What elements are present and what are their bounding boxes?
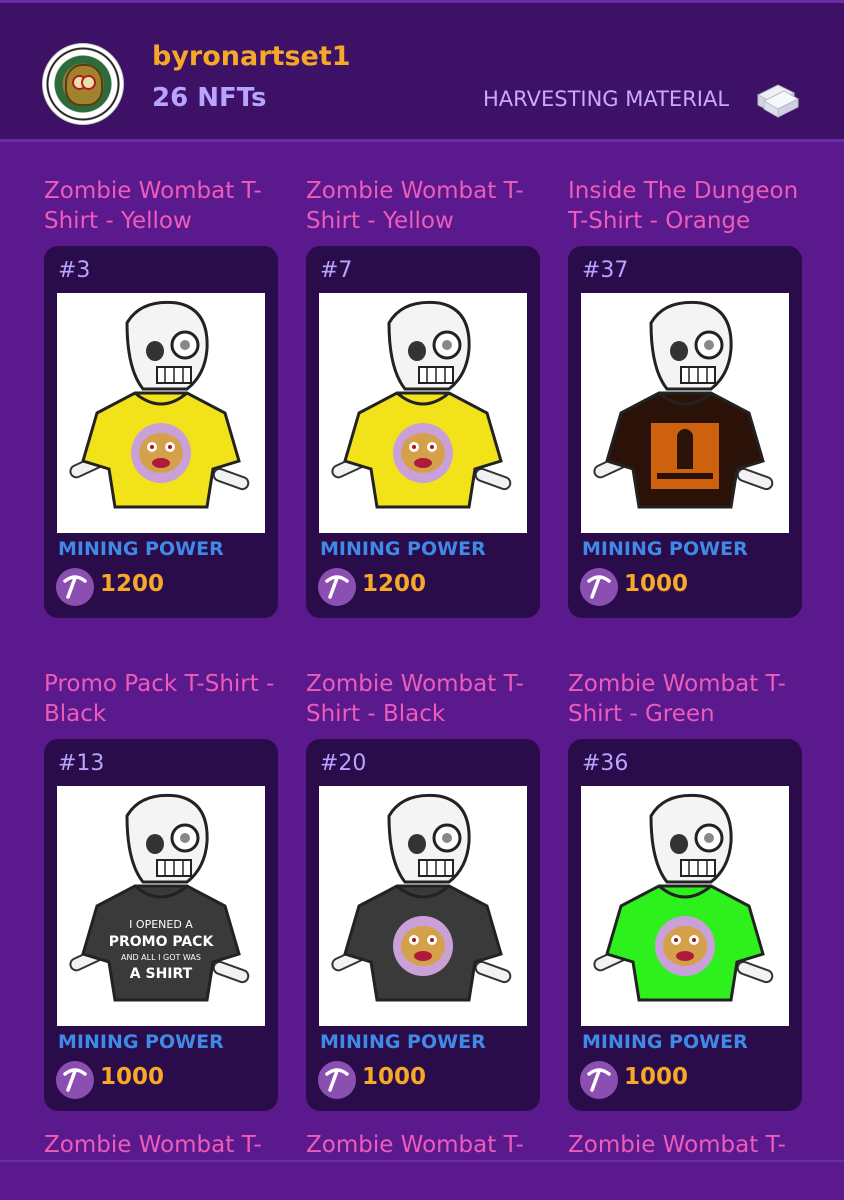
mining-power-value: 1000	[624, 1064, 689, 1090]
nft-card-body[interactable]: #37 MINING POWER 1000	[568, 246, 802, 618]
avatar[interactable]	[42, 43, 124, 125]
nft-title[interactable]: Inside The Dungeon T-Shirt - Orange	[568, 176, 806, 236]
nft-card-body[interactable]: #3 MINING POWER 1200	[44, 246, 278, 618]
nft-number: #36	[582, 751, 629, 776]
mining-power-value: 1000	[362, 1064, 427, 1090]
nft-title[interactable]: Promo Pack T-Shirt - Black	[44, 669, 282, 729]
nft-card[interactable]: Zombie Wombat T-Shirt - Yellow #7 MINING…	[306, 176, 544, 618]
zombie-shirt-illustration	[57, 293, 265, 533]
nft-title[interactable]: Zombie Wombat T-Shirt - Yellow	[306, 176, 544, 236]
nft-card[interactable]: Promo Pack T-Shirt - Black #13 I OPENED …	[44, 669, 282, 1111]
mining-power-value: 1000	[100, 1064, 165, 1090]
nft-title[interactable]: Zombie Wombat T-Shirt - Green	[568, 669, 806, 729]
nft-card-body[interactable]: #13 I OPENED A PROMO PACK AND ALL I GOT …	[44, 739, 278, 1111]
next-card-title-3[interactable]: Zombie Wombat T-	[568, 1130, 806, 1160]
nft-number: #7	[320, 258, 353, 283]
zombie-shirt-illustration	[581, 293, 789, 533]
zombie-shirt-illustration	[581, 786, 789, 1026]
silver-bars-icon	[756, 84, 800, 118]
pickaxe-icon	[56, 568, 94, 606]
nft-count: 26 NFTs	[152, 83, 267, 113]
svg-text:PROMO PACK: PROMO PACK	[109, 934, 215, 950]
mining-power-label: MINING POWER	[320, 1031, 486, 1053]
nft-title[interactable]: Zombie Wombat T-Shirt - Yellow	[44, 176, 282, 236]
nft-card-body[interactable]: #7 MINING POWER 1200	[306, 246, 540, 618]
nft-card[interactable]: Zombie Wombat T-Shirt - Green #36 MINING…	[568, 669, 806, 1111]
mining-power-value: 1200	[100, 571, 165, 597]
pickaxe-icon	[318, 1061, 356, 1099]
nft-image[interactable]	[319, 293, 527, 533]
harvesting-material-label: HARVESTING MATERIAL	[483, 87, 730, 111]
profile-header: byronartset1 26 NFTs HARVESTING MATERIAL	[0, 0, 844, 142]
mining-power-label: MINING POWER	[58, 538, 224, 560]
nft-card[interactable]: Zombie Wombat T-Shirt - Yellow #3 MINING…	[44, 176, 282, 618]
nft-number: #3	[58, 258, 91, 283]
nft-image[interactable]	[319, 786, 527, 1026]
nft-number: #13	[58, 751, 105, 776]
mining-power-value: 1200	[362, 571, 427, 597]
nft-image[interactable]: I OPENED A PROMO PACK AND ALL I GOT WAS …	[57, 786, 265, 1026]
pickaxe-icon	[580, 568, 618, 606]
mining-power-label: MINING POWER	[582, 1031, 748, 1053]
pickaxe-icon	[580, 1061, 618, 1099]
mining-power-label: MINING POWER	[58, 1031, 224, 1053]
zombie-shirt-illustration	[319, 786, 527, 1026]
next-card-title-2[interactable]: Zombie Wombat T-	[306, 1130, 544, 1160]
nft-image[interactable]	[57, 293, 265, 533]
nft-number: #20	[320, 751, 367, 776]
svg-text:AND ALL I GOT WAS: AND ALL I GOT WAS	[121, 953, 201, 962]
nft-card[interactable]: Zombie Wombat T-Shirt - Black #20 MINING…	[306, 669, 544, 1111]
pickaxe-icon	[318, 568, 356, 606]
nft-number: #37	[582, 258, 629, 283]
nft-title[interactable]: Zombie Wombat T-Shirt - Black	[306, 669, 544, 729]
zombie-shirt-illustration: I OPENED A PROMO PACK AND ALL I GOT WAS …	[57, 786, 265, 1026]
next-card-title-1[interactable]: Zombie Wombat T-	[44, 1130, 282, 1160]
nft-image[interactable]	[581, 293, 789, 533]
zombie-face-icon	[65, 64, 103, 106]
svg-text:I OPENED A: I OPENED A	[129, 918, 193, 931]
nft-card-body[interactable]: #20 MINING POWER 1000	[306, 739, 540, 1111]
username[interactable]: byronartset1	[152, 41, 351, 72]
mining-power-label: MINING POWER	[320, 538, 486, 560]
nft-card-body[interactable]: #36 MINING POWER 1000	[568, 739, 802, 1111]
svg-text:A SHIRT: A SHIRT	[130, 966, 193, 982]
nft-card[interactable]: Inside The Dungeon T-Shirt - Orange #37 …	[568, 176, 806, 618]
mining-power-value: 1000	[624, 571, 689, 597]
mining-power-label: MINING POWER	[582, 538, 748, 560]
bottom-divider	[0, 1160, 844, 1162]
nft-image[interactable]	[581, 786, 789, 1026]
pickaxe-icon	[56, 1061, 94, 1099]
zombie-shirt-illustration	[319, 293, 527, 533]
